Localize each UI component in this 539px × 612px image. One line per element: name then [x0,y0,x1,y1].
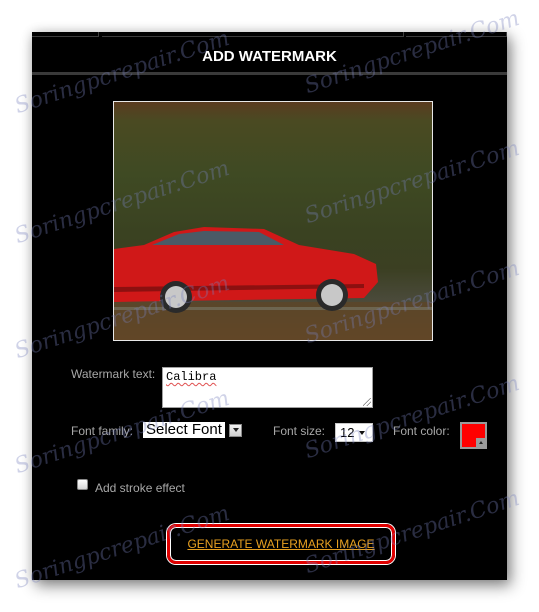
font-size-label: Font size: [273,424,326,438]
top-cell [102,32,404,37]
generate-button-highlight: GENERATE WATERMARK IMAGE [167,524,395,564]
top-cell [406,32,507,37]
font-family-value: Select Font [143,422,225,438]
top-table-border [32,32,507,38]
generate-watermark-button[interactable]: GENERATE WATERMARK IMAGE [187,537,374,551]
chevron-up-icon [478,441,483,444]
font-size-value: 12 [340,425,355,440]
stroke-effect-label: Add stroke effect [95,481,185,495]
chevron-down-icon [232,428,239,432]
road-line [114,307,432,310]
watermark-panel: ADD WATERMARK Watermark text: Calibra Fo… [32,32,507,580]
watermark-text-label: Watermark text: [71,367,156,381]
resize-grip-icon[interactable] [363,398,371,406]
watermark-text-input[interactable]: Calibra [162,367,373,408]
title-divider [32,72,507,75]
font-family-dropdown-button[interactable] [229,423,242,437]
front-hubcap [321,284,343,306]
image-preview [113,101,433,341]
font-color-picker[interactable] [460,422,487,449]
watermark-text-value: Calibra [166,370,217,384]
color-picker-arrow [476,438,485,447]
car-image [114,227,432,340]
rear-hubcap [165,286,187,308]
font-family-select[interactable]: Select Font [143,422,242,438]
font-color-label: Font color: [393,424,450,438]
chevron-down-icon [359,430,366,435]
top-cell [32,32,99,37]
font-family-label: Font family: [71,424,134,438]
stroke-effect-checkbox[interactable] [77,479,88,490]
font-size-select[interactable]: 12 [335,423,373,442]
panel-title: ADD WATERMARK [202,48,337,65]
